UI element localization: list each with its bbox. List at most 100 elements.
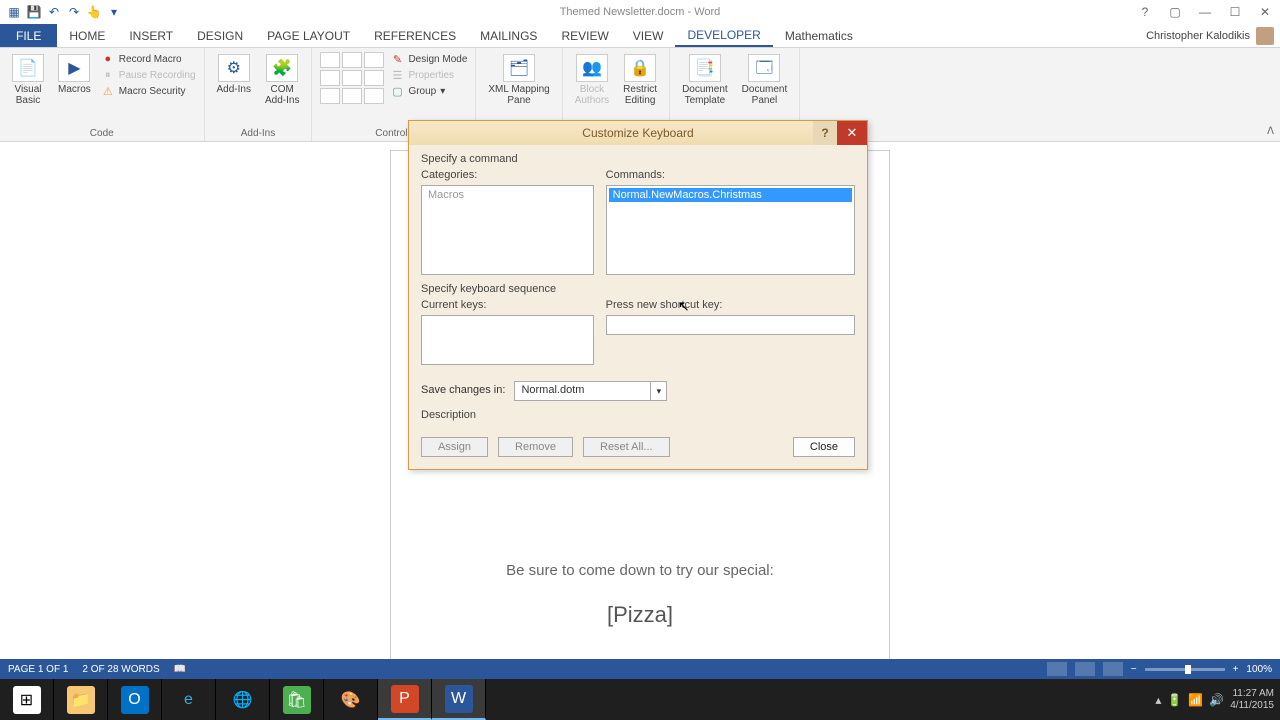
macros-icon: ▶ bbox=[58, 54, 90, 82]
document-text[interactable]: Be sure to come down to try our special: bbox=[390, 562, 890, 579]
paint-button[interactable]: 🎨 bbox=[324, 679, 378, 720]
clock-date: 4/11/2015 bbox=[1230, 700, 1274, 712]
record-macro-button[interactable]: ●Record Macro bbox=[101, 52, 196, 66]
group-button[interactable]: ▢Group ▾ bbox=[390, 84, 467, 98]
xml-mapping-button[interactable]: 🗂 XML Mapping Pane bbox=[484, 52, 553, 108]
system-tray: ▴ 🔋 📶 🔊 11:27 AM 4/11/2015 bbox=[1155, 679, 1280, 720]
panel-icon: 🗔 bbox=[748, 54, 780, 82]
reset-all-button[interactable]: Reset All... bbox=[583, 437, 670, 457]
addins-button[interactable]: ⚙ Add-Ins bbox=[213, 52, 255, 97]
collapse-ribbon-icon[interactable]: ᐱ bbox=[1267, 126, 1274, 137]
touch-mode-icon[interactable]: 👆 bbox=[86, 4, 102, 20]
categories-item[interactable]: Macros bbox=[424, 188, 591, 202]
avatar[interactable] bbox=[1256, 27, 1274, 45]
com-addins-icon: 🧩 bbox=[266, 54, 298, 82]
tab-home[interactable]: HOME bbox=[57, 24, 117, 47]
chevron-down-icon[interactable]: ▾ bbox=[650, 382, 666, 400]
document-template-button[interactable]: 📑 Document Template bbox=[678, 52, 732, 108]
redo-icon[interactable]: ↷ bbox=[66, 4, 82, 20]
remove-button[interactable]: Remove bbox=[498, 437, 573, 457]
user-area[interactable]: Christopher Kalodikis bbox=[1146, 24, 1274, 48]
zoom-in-button[interactable]: + bbox=[1233, 664, 1239, 675]
tab-file[interactable]: FILE bbox=[0, 24, 57, 47]
current-keys-label: Current keys: bbox=[421, 299, 594, 311]
chrome-button[interactable]: 🌐 bbox=[216, 679, 270, 720]
window-controls: ? ▢ — ☐ ✕ bbox=[1134, 3, 1276, 21]
tab-view[interactable]: VIEW bbox=[621, 24, 676, 47]
record-icon: ● bbox=[101, 52, 115, 66]
com-addins-button[interactable]: 🧩 COM Add-Ins bbox=[261, 52, 303, 108]
close-icon[interactable]: ✕ bbox=[1254, 3, 1276, 21]
view-read-button[interactable] bbox=[1047, 662, 1067, 676]
quick-access-toolbar: ▦ 💾 ↶ ↷ 👆 ▾ bbox=[0, 4, 122, 20]
qat-dropdown-icon[interactable]: ▾ bbox=[106, 4, 122, 20]
document-placeholder[interactable]: [Pizza] bbox=[390, 602, 890, 628]
dialog-title-bar[interactable]: Customize Keyboard ? ✕ bbox=[409, 121, 867, 145]
dialog-title: Customize Keyboard bbox=[582, 126, 693, 140]
macro-security-button[interactable]: ⚠Macro Security bbox=[101, 84, 196, 98]
assign-button[interactable]: Assign bbox=[421, 437, 488, 457]
block-authors-button[interactable]: 👥 Block Authors bbox=[571, 52, 613, 108]
close-button[interactable]: Close bbox=[793, 437, 855, 457]
save-icon[interactable]: 💾 bbox=[26, 4, 42, 20]
dialog-help-button[interactable]: ? bbox=[813, 121, 837, 145]
visual-basic-button[interactable]: 📄 Visual Basic bbox=[8, 52, 48, 108]
dialog-close-button[interactable]: ✕ bbox=[837, 121, 867, 145]
outlook-button[interactable]: O bbox=[108, 679, 162, 720]
design-mode-button[interactable]: ✎Design Mode bbox=[390, 52, 467, 66]
save-changes-value: Normal.dotm bbox=[515, 382, 590, 400]
design-mode-icon: ✎ bbox=[390, 52, 404, 66]
tray-battery-icon[interactable]: 🔋 bbox=[1167, 693, 1182, 707]
group-addins: ⚙ Add-Ins 🧩 COM Add-Ins Add-Ins bbox=[205, 48, 313, 141]
tab-design[interactable]: DESIGN bbox=[185, 24, 255, 47]
group-label-addins: Add-Ins bbox=[241, 126, 275, 139]
powerpoint-button[interactable]: P bbox=[378, 679, 432, 720]
tab-developer[interactable]: DEVELOPER bbox=[675, 24, 772, 47]
tab-mathematics[interactable]: Mathematics bbox=[773, 24, 865, 47]
tray-up-icon[interactable]: ▴ bbox=[1155, 693, 1161, 707]
tray-network-icon[interactable]: 📶 bbox=[1188, 693, 1203, 707]
minimize-icon[interactable]: — bbox=[1194, 3, 1216, 21]
xml-icon: 🗂 bbox=[503, 54, 535, 82]
file-explorer-button[interactable]: 📁 bbox=[54, 679, 108, 720]
ribbon-options-icon[interactable]: ▢ bbox=[1164, 3, 1186, 21]
customize-keyboard-dialog: Customize Keyboard ? ✕ Specify a command… bbox=[408, 120, 868, 470]
tab-mailings[interactable]: MAILINGS bbox=[468, 24, 549, 47]
tab-insert[interactable]: INSERT bbox=[117, 24, 185, 47]
clock[interactable]: 11:27 AM 4/11/2015 bbox=[1230, 688, 1274, 712]
restrict-editing-button[interactable]: 🔒 Restrict Editing bbox=[619, 52, 661, 108]
new-shortcut-input[interactable] bbox=[606, 315, 855, 335]
categories-listbox[interactable]: Macros bbox=[421, 185, 594, 275]
controls-gallery[interactable] bbox=[320, 52, 384, 104]
start-button[interactable]: ⊞ bbox=[0, 679, 54, 720]
help-icon[interactable]: ? bbox=[1134, 3, 1156, 21]
tab-review[interactable]: REVIEW bbox=[549, 24, 620, 47]
tab-references[interactable]: REFERENCES bbox=[362, 24, 468, 47]
pause-recording-button[interactable]: ⏸Pause Recording bbox=[101, 68, 196, 82]
view-web-button[interactable] bbox=[1103, 662, 1123, 676]
zoom-slider[interactable] bbox=[1145, 668, 1225, 671]
macros-button[interactable]: ▶ Macros bbox=[54, 52, 95, 97]
properties-icon: ☰ bbox=[390, 68, 404, 82]
word-taskbar-button[interactable]: W bbox=[432, 679, 486, 720]
proofing-icon[interactable]: 📖 bbox=[174, 664, 186, 675]
current-keys-listbox[interactable] bbox=[421, 315, 594, 365]
description-label: Description bbox=[421, 409, 855, 421]
status-bar: PAGE 1 OF 1 2 OF 28 WORDS 📖 − + 100% bbox=[0, 659, 1280, 679]
tray-volume-icon[interactable]: 🔊 bbox=[1209, 693, 1224, 707]
store-button[interactable]: 🛍 bbox=[270, 679, 324, 720]
tab-page-layout[interactable]: PAGE LAYOUT bbox=[255, 24, 362, 47]
undo-icon[interactable]: ↶ bbox=[46, 4, 62, 20]
word-count[interactable]: 2 OF 28 WORDS bbox=[82, 664, 159, 675]
maximize-icon[interactable]: ☐ bbox=[1224, 3, 1246, 21]
zoom-out-button[interactable]: − bbox=[1131, 664, 1137, 675]
save-changes-combo[interactable]: Normal.dotm ▾ bbox=[514, 381, 667, 401]
zoom-level[interactable]: 100% bbox=[1246, 664, 1272, 675]
page-indicator[interactable]: PAGE 1 OF 1 bbox=[8, 664, 68, 675]
properties-button[interactable]: ☰Properties bbox=[390, 68, 467, 82]
view-print-button[interactable] bbox=[1075, 662, 1095, 676]
ie-button[interactable]: e bbox=[162, 679, 216, 720]
commands-item-selected[interactable]: Normal.NewMacros.Christmas bbox=[609, 188, 852, 202]
document-panel-button[interactable]: 🗔 Document Panel bbox=[738, 52, 792, 108]
commands-listbox[interactable]: Normal.NewMacros.Christmas bbox=[606, 185, 855, 275]
